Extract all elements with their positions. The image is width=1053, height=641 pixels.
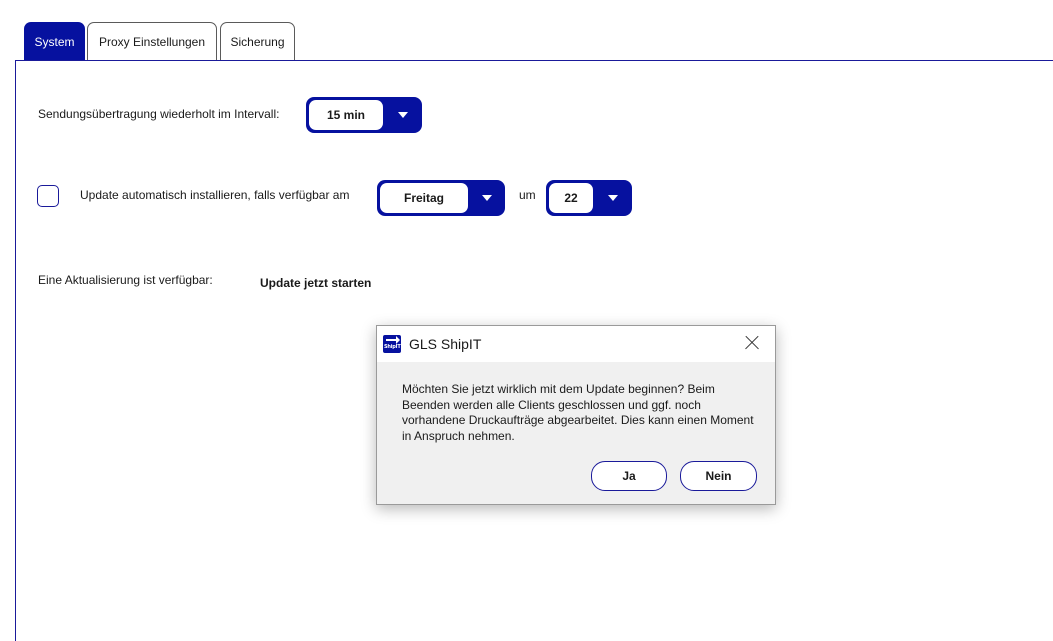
chevron-down-icon (593, 195, 632, 201)
yes-button[interactable]: Ja (591, 461, 667, 491)
hour-value: 22 (549, 183, 593, 213)
weekday-dropdown[interactable]: Freitag (377, 180, 505, 216)
chevron-down-icon (468, 195, 505, 201)
tab-proxy-settings[interactable]: Proxy Einstellungen (87, 22, 217, 60)
interval-dropdown[interactable]: 15 min (306, 97, 422, 133)
tab-backup[interactable]: Sicherung (220, 22, 295, 60)
tab-system[interactable]: System (24, 22, 85, 61)
chevron-down-icon (383, 112, 422, 118)
start-update-link[interactable]: Update jetzt starten (260, 276, 371, 290)
update-available-label: Eine Aktualisierung ist verfügbar: (38, 273, 213, 287)
tab-system-label: System (34, 35, 75, 49)
weekday-value: Freitag (380, 183, 468, 213)
dialog-titlebar[interactable]: ShipIT GLS ShipIT (377, 326, 775, 362)
confirm-dialog: ShipIT GLS ShipIT Möchten Sie jetzt wirk… (376, 325, 776, 505)
interval-value: 15 min (309, 100, 383, 130)
auto-update-label: Update automatisch installieren, falls v… (80, 188, 350, 202)
dialog-title: GLS ShipIT (409, 336, 482, 352)
hour-dropdown[interactable]: 22 (546, 180, 632, 216)
at-label: um (519, 188, 536, 202)
dialog-message: Möchten Sie jetzt wirklich mit dem Updat… (402, 382, 754, 443)
no-button[interactable]: Nein (680, 461, 757, 491)
auto-update-checkbox[interactable] (37, 185, 59, 207)
tab-proxy-settings-label: Proxy Einstellungen (98, 34, 206, 49)
interval-label: Sendungsübertragung wiederholt im Interv… (38, 107, 280, 121)
tab-backup-label: Sicherung (230, 34, 285, 49)
shipit-logo-icon: ShipIT (383, 335, 401, 353)
close-icon[interactable] (743, 334, 761, 352)
